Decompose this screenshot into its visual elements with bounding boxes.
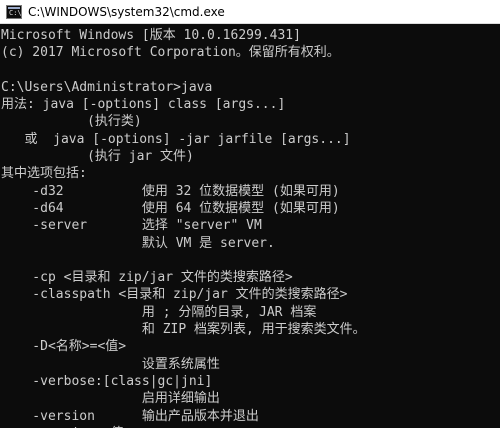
console-line: 或 java [-options] -jar jarfile [args...] bbox=[1, 131, 351, 147]
console-line: 设置系统属性 bbox=[1, 356, 220, 372]
cmd-icon: C:\ bbox=[6, 4, 22, 19]
console-line: C:\Users\Administrator>java bbox=[1, 79, 213, 95]
console-line: Microsoft Windows [版本 10.0.16299.431] bbox=[1, 28, 301, 43]
window-title: C:\WINDOWS\system32\cmd.exe bbox=[28, 4, 225, 19]
console-line: -d64 使用 64 位数据模型 (如果可用) bbox=[1, 200, 340, 216]
console-line: 用法: java [-options] class [args...] bbox=[1, 97, 286, 113]
cmd-window: C:\ C:\WINDOWS\system32\cmd.exe Microsof… bbox=[0, 0, 500, 428]
console-line: -classpath <目录和 zip/jar 文件的类搜索路径> bbox=[1, 287, 348, 303]
console-line: 默认 VM 是 server. bbox=[1, 235, 275, 251]
console-line: -D<名称>=<值> bbox=[1, 339, 127, 355]
console-line: -cp <目录和 zip/jar 文件的类搜索路径> bbox=[1, 270, 293, 286]
console-line: 启用详细输出 bbox=[1, 391, 220, 407]
console-line: 和 ZIP 档案列表, 用于搜索类文件。 bbox=[1, 322, 366, 338]
title-bar[interactable]: C:\ C:\WINDOWS\system32\cmd.exe bbox=[0, 0, 500, 24]
console-line: 其中选项包括: bbox=[1, 166, 87, 182]
console-line: (c) 2017 Microsoft Corporation。保留所有权利。 bbox=[1, 45, 340, 61]
console-line: (执行类) bbox=[1, 114, 142, 130]
console-line: -version 输出产品版本并退出 bbox=[1, 408, 259, 424]
console-line: 用 ; 分隔的目录, JAR 档案 bbox=[1, 304, 317, 320]
console-line: (执行 jar 文件) bbox=[1, 149, 194, 165]
console-output[interactable]: Microsoft Windows [版本 10.0.16299.431] (c)… bbox=[0, 24, 500, 428]
console-line: -verbose:[class|gc|jni] bbox=[1, 373, 213, 389]
console-line: -server 选择 "server" VM bbox=[1, 218, 262, 234]
console-line: -d32 使用 32 位数据模型 (如果可用) bbox=[1, 183, 340, 199]
